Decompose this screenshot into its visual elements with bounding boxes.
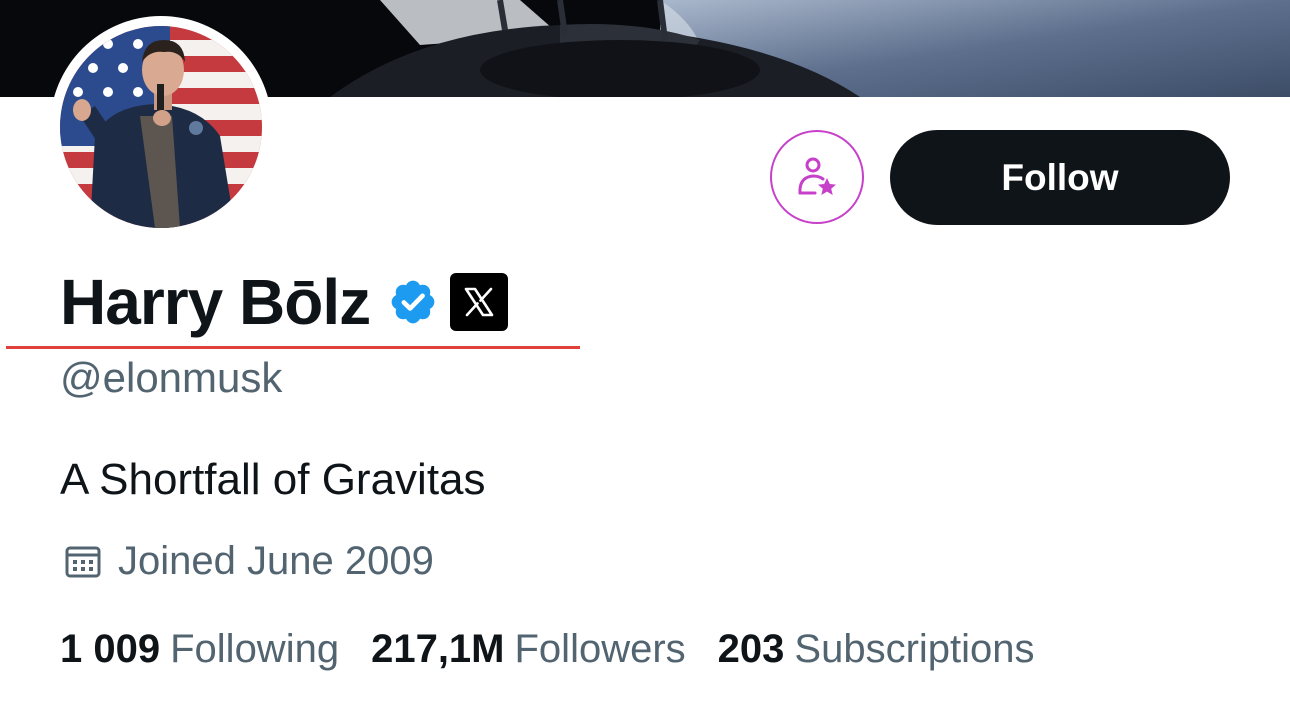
subscribe-button[interactable] [770, 130, 864, 224]
followers-count: 217,1M [371, 626, 505, 671]
display-name: Harry Bōlz [60, 266, 371, 338]
user-handle: @elonmusk [60, 354, 283, 401]
subscriptions-count-link[interactable]: 203 Subscriptions [718, 627, 1035, 672]
verified-badge-icon[interactable] [388, 277, 438, 327]
avatar-photo [60, 26, 262, 228]
follow-button-label: Follow [1001, 156, 1119, 198]
red-underline-annotation [6, 346, 580, 349]
profile-page: Follow Harry Bōlz @elonmusk A Shortfall … [0, 0, 1290, 702]
followers-label: Followers [514, 626, 686, 671]
subscriptions-label: Subscriptions [794, 626, 1035, 671]
calendar-icon [65, 546, 101, 578]
avatar-ring [50, 16, 272, 238]
x-logo-glyph [464, 287, 494, 317]
stats-row: 1 009 Following 217,1M Followers 203 Sub… [60, 622, 1067, 676]
profile-bio: A Shortfall of Gravitas [60, 455, 486, 504]
following-count-link[interactable]: 1 009 Following [60, 627, 339, 672]
followers-count-link[interactable]: 217,1M Followers [371, 627, 686, 672]
joined-date: Joined June 2009 [118, 538, 434, 583]
following-count: 1 009 [60, 626, 161, 671]
person-star-icon [798, 157, 836, 195]
avatar[interactable] [60, 26, 262, 228]
x-logo-icon[interactable] [450, 273, 509, 331]
name-row: Harry Bōlz [60, 262, 509, 342]
following-label: Following [170, 626, 340, 671]
joined-date-row: Joined June 2009 [64, 536, 434, 586]
follow-button[interactable]: Follow [890, 130, 1230, 225]
subscriptions-count: 203 [717, 626, 785, 671]
